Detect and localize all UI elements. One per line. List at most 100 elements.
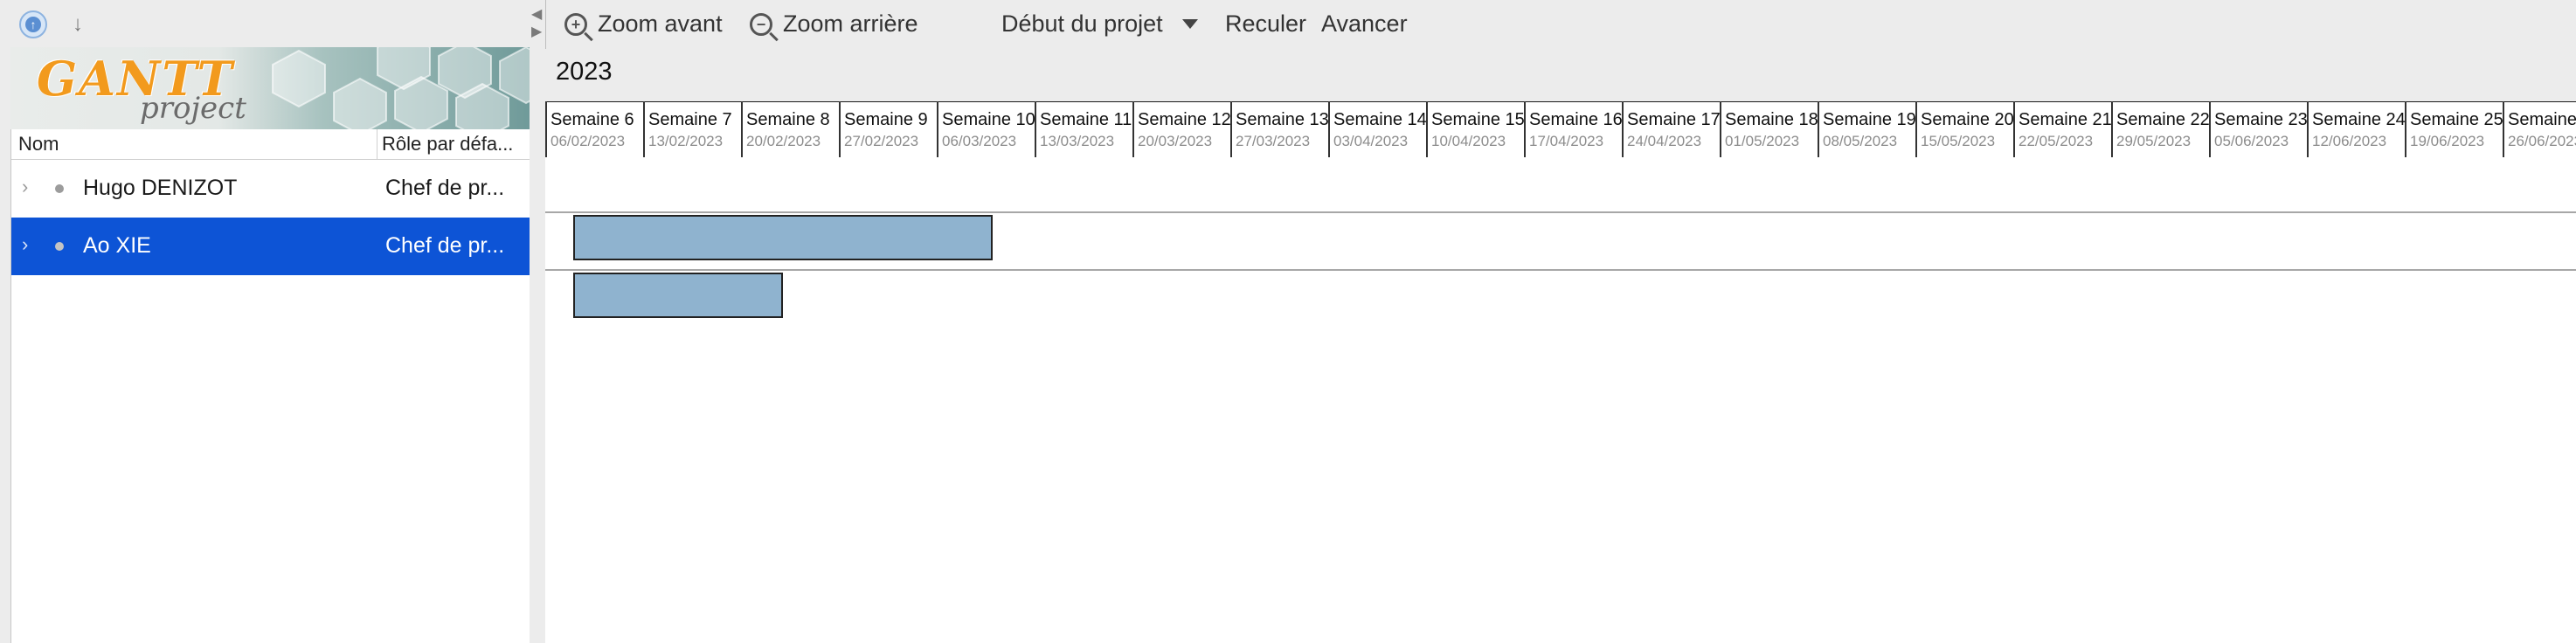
- column-header-name[interactable]: Nom: [18, 133, 59, 156]
- week-header: Semaine 16 17/04/2023: [1524, 101, 1623, 157]
- logo-text: GANTT project: [37, 52, 246, 126]
- chart-toolbar: + Zoom avant − Zoom arrière Début du pro…: [545, 0, 2576, 49]
- week-date: 19/06/2023: [2410, 133, 2485, 149]
- table-row[interactable]: › Hugo DENIZOT Chef de pr...: [11, 160, 532, 218]
- move-up-icon[interactable]: ↑: [19, 10, 47, 38]
- timeline-year-band: 2023: [545, 49, 2576, 101]
- week-header: Semaine 19 08/05/2023: [1818, 101, 1916, 157]
- resource-bullet-icon: [55, 242, 64, 251]
- week-date: 26/06/2023: [2508, 133, 2576, 149]
- gantt-chart[interactable]: 2023 Semaine 6 06/02/2023 Semaine 7 13/02/2…: [545, 49, 2576, 643]
- week-date: 13/02/2023: [648, 133, 724, 149]
- week-header: Semaine 15 10/04/2023: [1426, 101, 1525, 157]
- expand-right-icon[interactable]: ▶: [531, 23, 542, 40]
- column-header-role[interactable]: Rôle par défa...: [382, 133, 529, 156]
- week-date: 06/02/2023: [551, 133, 626, 149]
- resource-name: Hugo DENIZOT: [83, 176, 238, 200]
- week-label: Semaine 11: [1040, 110, 1132, 129]
- table-row-selected[interactable]: › Ao XIE Chef de pr...: [11, 218, 532, 275]
- week-header: Semaine 20 15/05/2023: [1915, 101, 2014, 157]
- back-button[interactable]: Reculer: [1225, 10, 1306, 38]
- resource-toolbar: ↑ ↓: [0, 0, 531, 49]
- week-header: Semaine 25 19/06/2023: [2405, 101, 2503, 157]
- week-date: 24/04/2023: [1627, 133, 1702, 149]
- week-header: Semaine 7 13/02/2023: [643, 101, 741, 157]
- week-label: Semaine 26: [2508, 110, 2576, 129]
- week-label: Semaine 8: [746, 110, 830, 129]
- week-header: Semaine 8 20/02/2023: [741, 101, 839, 157]
- week-date: 01/05/2023: [1725, 133, 1800, 149]
- zoom-out-button[interactable]: − Zoom arrière: [750, 10, 918, 38]
- resource-bullet-icon: [55, 184, 64, 193]
- week-header: Semaine 13 27/03/2023: [1230, 101, 1329, 157]
- week-date: 22/05/2023: [2019, 133, 2094, 149]
- resource-load-bar[interactable]: [573, 215, 993, 260]
- back-label: Reculer: [1225, 10, 1307, 37]
- week-label: Semaine 16: [1529, 110, 1623, 129]
- move-down-icon[interactable]: ↓: [65, 10, 91, 38]
- week-date: 06/03/2023: [942, 133, 1017, 149]
- collapse-left-icon[interactable]: ◀: [531, 5, 542, 23]
- week-label: Semaine 18: [1725, 110, 1818, 129]
- week-date: 29/05/2023: [2116, 133, 2192, 149]
- week-date: 20/03/2023: [1138, 133, 1213, 149]
- week-label: Semaine 24: [2312, 110, 2406, 129]
- week-date: 27/02/2023: [844, 133, 919, 149]
- resource-role: Chef de pr...: [385, 176, 505, 200]
- week-label: Semaine 10: [942, 110, 1035, 129]
- zoom-in-button[interactable]: + Zoom avant: [564, 10, 723, 38]
- logo-project-word: project: [140, 91, 246, 126]
- zoom-in-label: Zoom avant: [598, 10, 723, 37]
- forward-button[interactable]: Avancer: [1321, 10, 1408, 38]
- panel-splitter[interactable]: ◀ ▶: [530, 0, 546, 643]
- project-start-dropdown[interactable]: Début du projet: [1001, 10, 1198, 38]
- week-header: Semaine 12 20/03/2023: [1132, 101, 1231, 157]
- resource-name: Ao XIE: [83, 233, 151, 258]
- week-date: 15/05/2023: [1921, 133, 1996, 149]
- week-header: Semaine 17 24/04/2023: [1622, 101, 1721, 157]
- week-header: Semaine 26 26/06/2023: [2503, 101, 2576, 157]
- chevron-right-icon[interactable]: ›: [22, 176, 28, 198]
- zoom-in-icon: +: [564, 12, 587, 36]
- week-date: 13/03/2023: [1040, 133, 1115, 149]
- week-label: Semaine 19: [1823, 110, 1916, 129]
- week-date: 05/06/2023: [2214, 133, 2289, 149]
- week-label: Semaine 23: [2214, 110, 2308, 129]
- dropdown-arrow-icon: [1181, 19, 1198, 29]
- week-date: 10/04/2023: [1431, 133, 1506, 149]
- week-label: Semaine 25: [2410, 110, 2503, 129]
- week-label: Semaine 12: [1138, 110, 1231, 129]
- week-header: Semaine 18 01/05/2023: [1720, 101, 1818, 157]
- week-header: Semaine 24 12/06/2023: [2307, 101, 2406, 157]
- week-header: Semaine 21 22/05/2023: [2013, 101, 2112, 157]
- zoom-out-icon: −: [750, 12, 772, 36]
- row-separator: [545, 211, 2576, 213]
- week-label: Semaine 20: [1921, 110, 2014, 129]
- week-header: Semaine 22 29/05/2023: [2111, 101, 2210, 157]
- timeline-year: 2023: [556, 58, 613, 86]
- resource-load-bar[interactable]: [573, 273, 783, 318]
- week-label: Semaine 15: [1431, 110, 1525, 129]
- week-date: 27/03/2023: [1236, 133, 1311, 149]
- week-header: Semaine 10 06/03/2023: [937, 101, 1035, 157]
- week-date: 17/04/2023: [1529, 133, 1604, 149]
- week-date: 03/04/2023: [1333, 133, 1409, 149]
- chevron-right-icon[interactable]: ›: [22, 233, 28, 256]
- week-label: Semaine 21: [2019, 110, 2112, 129]
- week-label: Semaine 6: [551, 110, 634, 129]
- week-label: Semaine 14: [1333, 110, 1427, 129]
- resource-table: Nom Rôle par défa... › Hugo DENIZOT Chef…: [10, 129, 532, 643]
- week-header: Semaine 9 27/02/2023: [839, 101, 937, 157]
- week-header: Semaine 14 03/04/2023: [1328, 101, 1427, 157]
- week-label: Semaine 22: [2116, 110, 2210, 129]
- zoom-out-label: Zoom arrière: [783, 10, 918, 37]
- week-date: 12/06/2023: [2312, 133, 2387, 149]
- week-label: Semaine 7: [648, 110, 732, 129]
- resource-role: Chef de pr...: [385, 233, 505, 258]
- week-header: Semaine 23 05/06/2023: [2209, 101, 2308, 157]
- week-label: Semaine 13: [1236, 110, 1329, 129]
- table-header: Nom Rôle par défa...: [11, 129, 532, 160]
- ganttproject-logo: GANTT project: [10, 47, 531, 129]
- forward-label: Avancer: [1321, 10, 1408, 37]
- week-header: Semaine 6 06/02/2023: [545, 101, 643, 157]
